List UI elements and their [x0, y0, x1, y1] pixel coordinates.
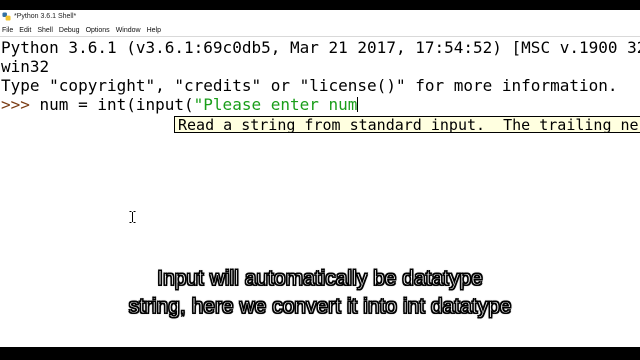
video-subtitle: Input will automatically be datatype str…	[0, 265, 640, 321]
subtitle-line-1: Input will automatically be datatype	[157, 267, 484, 291]
banner-line-platform: win32	[1, 57, 50, 76]
banner-line-version: Python 3.6.1 (v3.6.1:69c0db5, Mar 21 201…	[1, 38, 640, 57]
banner-line-info: Type "copyright", "credits" or "license(…	[1, 76, 618, 95]
python-icon	[2, 12, 11, 21]
menu-shell[interactable]: Shell	[34, 27, 56, 34]
subtitle-line-2: string, here we convert it into int data…	[128, 295, 512, 319]
menu-options[interactable]: Options	[83, 27, 113, 34]
window-title: *Python 3.6.1 Shell*	[14, 13, 77, 20]
menu-bar: File Edit Shell Debug Options Window Hel…	[0, 24, 640, 37]
title-bar: *Python 3.6.1 Shell*	[0, 10, 640, 23]
calltip-tooltip: Read a string from standard input. The t…	[174, 116, 640, 133]
code-string-literal: "Please enter num	[193, 95, 358, 114]
menu-window[interactable]: Window	[113, 27, 144, 34]
video-frame: *Python 3.6.1 Shell* File Edit Shell Deb…	[0, 0, 640, 360]
input-line[interactable]: >>> num = int(input("Please enter num	[1, 95, 359, 114]
menu-edit[interactable]: Edit	[16, 27, 34, 34]
text-cursor	[357, 97, 359, 112]
menu-help[interactable]: Help	[144, 27, 164, 34]
idle-shell-window: *Python 3.6.1 Shell* File Edit Shell Deb…	[0, 10, 640, 347]
text-ibeam-cursor-icon	[129, 211, 136, 223]
shell-prompt: >>>	[1, 95, 40, 114]
menu-file[interactable]: File	[0, 27, 16, 34]
menu-debug[interactable]: Debug	[56, 27, 83, 34]
code-text: num = int(input(	[39, 95, 194, 114]
